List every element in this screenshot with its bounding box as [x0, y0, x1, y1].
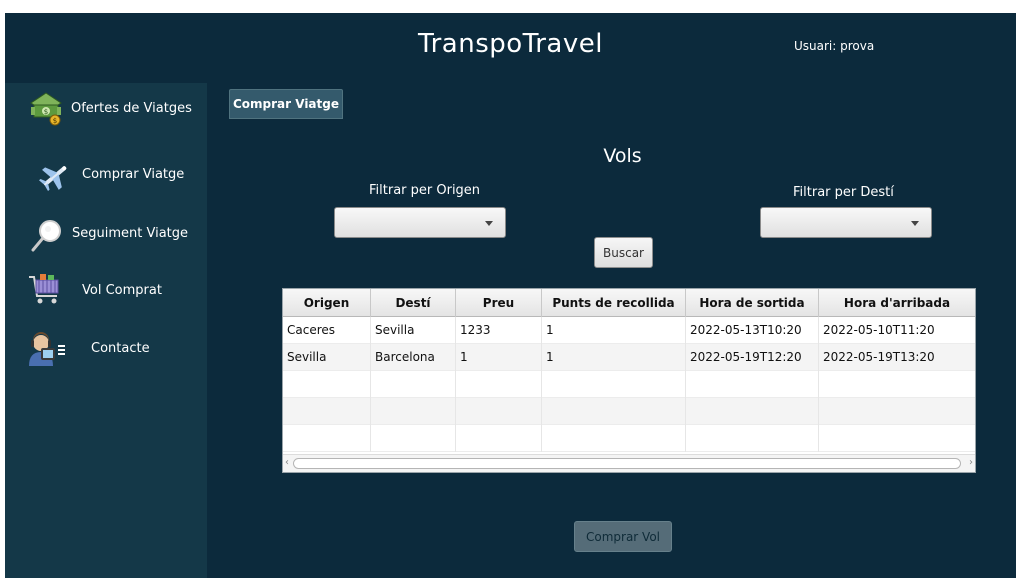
flights-table: Origen Destí Preu Punts de recollida Hor…	[282, 288, 976, 473]
sidebar-item-label: Seguiment Viatge	[72, 226, 189, 241]
tab-comprar-viatge[interactable]: Comprar Viatge	[229, 89, 343, 119]
app-window: TranspoTravel Usuari: prova $ $ Ofertes …	[0, 0, 1021, 578]
column-header[interactable]: Punts de recollida	[542, 289, 686, 317]
dest-select[interactable]	[760, 207, 932, 238]
table-cell: 1	[456, 344, 542, 371]
table-cell: 2022-05-19T12:20	[686, 344, 819, 371]
sidebar-item-label: Ofertes de Viatges	[71, 101, 192, 116]
sidebar-item-label: Comprar Viatge	[82, 167, 185, 182]
search-button[interactable]: Buscar	[594, 237, 653, 268]
sidebar-item-label: Vol Comprat	[82, 283, 162, 298]
user-label: Usuari: prova	[794, 39, 875, 53]
table-cell: Sevilla	[283, 344, 371, 371]
sidebar-item-vol-comprat[interactable]: Vol Comprat	[5, 271, 207, 311]
svg-text:$: $	[53, 117, 57, 125]
magnifier-icon	[31, 220, 61, 252]
section-title: Vols	[603, 145, 642, 167]
table-row[interactable]: Caceres Sevilla 1233 1 2022-05-13T10:20 …	[283, 317, 975, 344]
scroll-right-arrow-icon[interactable]: ›	[969, 457, 973, 468]
scroll-left-arrow-icon[interactable]: ‹	[285, 457, 289, 468]
column-header[interactable]: Hora d'arribada	[819, 289, 975, 317]
table-row[interactable]: Sevilla Barcelona 1 1 2022-05-19T12:20 2…	[283, 344, 975, 371]
column-header[interactable]: Destí	[371, 289, 456, 317]
sidebar-item-seguiment[interactable]: Seguiment Viatge	[5, 214, 207, 254]
horizontal-scrollbar[interactable]: ‹ ›	[283, 454, 975, 472]
table-row-empty	[283, 425, 975, 452]
table-header: Origen Destí Preu Punts de recollida Hor…	[283, 289, 975, 317]
shopping-cart-icon	[29, 274, 59, 304]
table-row-empty	[283, 371, 975, 398]
sidebar-item-ofertes[interactable]: $ $ Ofertes de Viatges	[5, 89, 207, 129]
table-cell: 2022-05-10T11:20	[823, 323, 935, 337]
money-icon: $ $	[30, 92, 62, 126]
support-agent-icon	[29, 332, 65, 366]
table-cell: 1	[542, 344, 686, 371]
table-cell: 1233	[456, 317, 542, 344]
chevron-down-icon	[485, 221, 493, 226]
main-panel: Comprar Viatge Vols Filtrar per Origen F…	[207, 83, 1016, 578]
chevron-down-icon	[911, 221, 919, 226]
sidebar-item-label: Contacte	[91, 341, 150, 356]
column-header[interactable]: Hora de sortida	[686, 289, 819, 317]
sidebar-item-comprar[interactable]: Comprar Viatge	[5, 155, 207, 195]
column-header[interactable]: Origen	[283, 289, 371, 317]
table-row-empty	[283, 398, 975, 425]
table-cell: 2022-05-19T13:20	[823, 350, 935, 364]
filter-dest-label: Filtrar per Destí	[793, 185, 894, 200]
table-cell: Caceres	[283, 317, 371, 344]
filter-origin-label: Filtrar per Origen	[369, 183, 481, 198]
buy-flight-button[interactable]: Comprar Vol	[574, 521, 672, 552]
table-cell: Sevilla	[371, 317, 456, 344]
origin-select[interactable]	[334, 207, 506, 238]
svg-text:$: $	[44, 108, 48, 116]
airplane-icon	[39, 166, 67, 192]
table-cell: 1	[542, 317, 686, 344]
table-cell: 2022-05-13T10:20	[686, 317, 819, 344]
header-bar: TranspoTravel Usuari: prova	[5, 13, 1016, 83]
sidebar: $ $ Ofertes de Viatges Comprar Viatge Se…	[5, 83, 207, 578]
scrollbar-thumb[interactable]	[293, 458, 961, 469]
sidebar-item-contacte[interactable]: Contacte	[5, 329, 207, 369]
table-cell: Barcelona	[371, 344, 456, 371]
column-header[interactable]: Preu	[456, 289, 542, 317]
